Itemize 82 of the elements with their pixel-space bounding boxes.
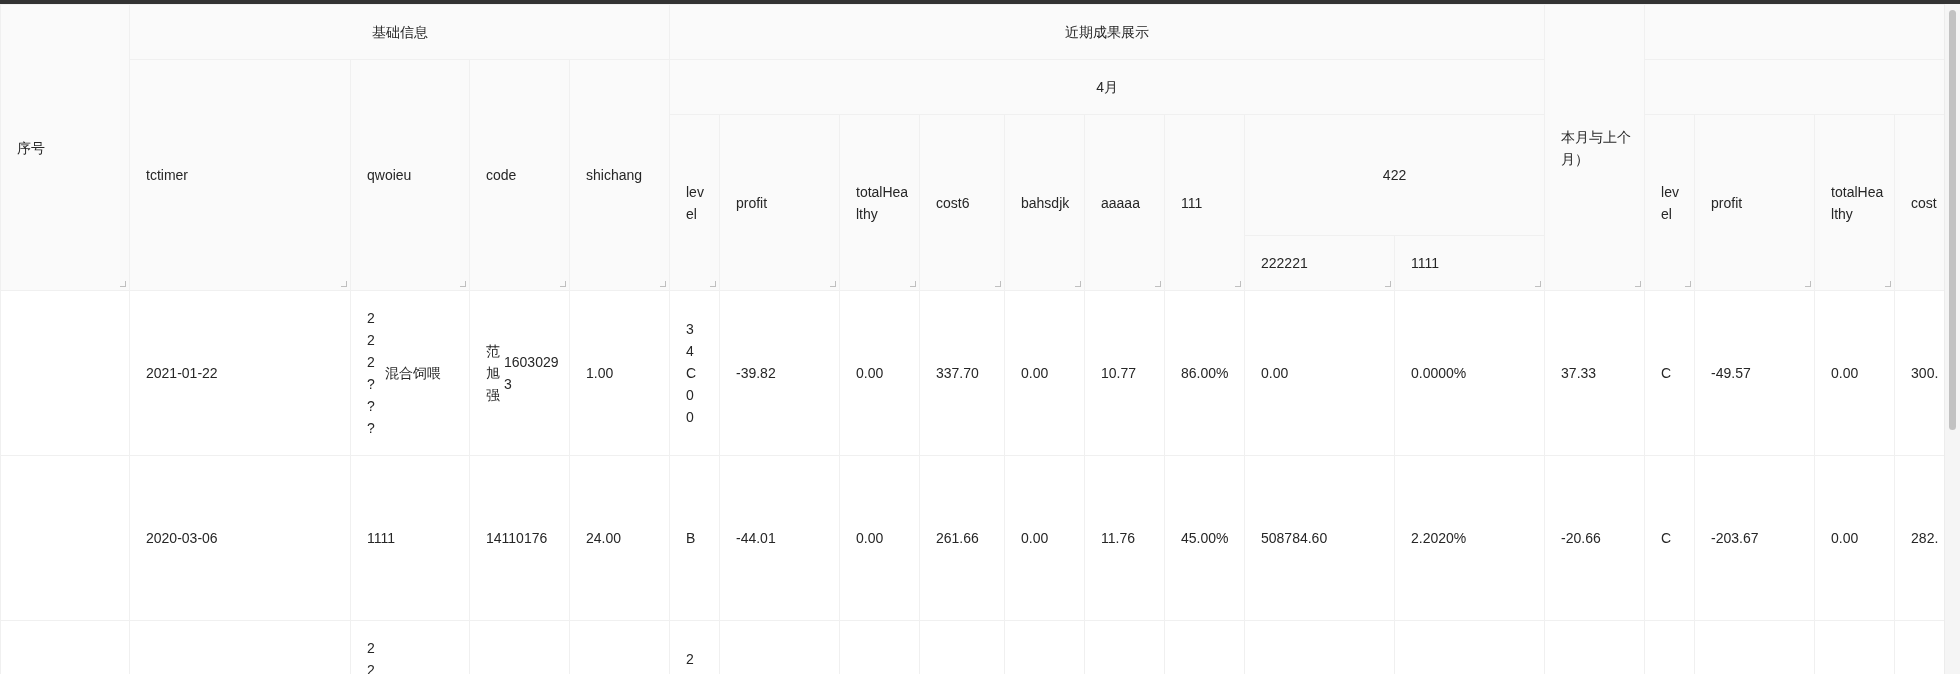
cell-text: 45.00% xyxy=(1181,529,1229,548)
resize-handle-icon[interactable] xyxy=(995,281,1001,287)
column-header: cost6 xyxy=(919,114,1005,291)
cell-text: 范旭强 xyxy=(486,342,500,405)
column-header: profit xyxy=(719,114,840,291)
column-header: cost xyxy=(1894,114,1945,291)
resize-handle-icon[interactable] xyxy=(1235,281,1241,287)
column-header: bahsdjk xyxy=(1004,114,1085,291)
column-header: 1111 xyxy=(1394,235,1545,291)
cell-text: 0.00 xyxy=(1831,529,1859,548)
column-header: aaaaa xyxy=(1084,114,1165,291)
cell-text: 0.00 xyxy=(856,529,884,548)
column-group-header: 基础信息 xyxy=(129,4,670,60)
resize-handle-icon[interactable] xyxy=(460,281,466,287)
column-header: code xyxy=(469,59,570,291)
resize-handle-icon[interactable] xyxy=(1385,281,1391,287)
column-header: 222221 xyxy=(1244,235,1395,291)
column-header: qwoieu xyxy=(350,59,470,291)
cell-text: 86.00% xyxy=(1181,364,1229,383)
cell-text: 0.00 xyxy=(1261,364,1289,383)
resize-handle-icon[interactable] xyxy=(560,281,566,287)
resize-handle-icon[interactable] xyxy=(120,281,126,287)
column-header: totalHealthy xyxy=(839,114,920,291)
cell-text: 0.0000% xyxy=(1411,364,1467,383)
cell-text: 337.70 xyxy=(936,364,979,383)
resize-handle-icon[interactable] xyxy=(341,281,347,287)
column-header: shichang xyxy=(569,59,670,291)
cell-text: 16030293 xyxy=(504,353,560,394)
cell-text: -203.67 xyxy=(1711,529,1759,548)
cell-text: 2020-03-06 xyxy=(146,529,218,548)
column-header: 序号 xyxy=(0,4,130,291)
cell-text: 0.00 xyxy=(856,364,884,383)
cell-text: 14110176 xyxy=(486,529,548,548)
cell-text: -44.01 xyxy=(736,529,776,548)
cell-text: -39.82 xyxy=(736,364,776,383)
cell-text: 1.00 xyxy=(586,364,614,383)
cell-text: 2.2020% xyxy=(1411,529,1467,548)
column-header: tctimer xyxy=(129,59,351,291)
cell-text: 300. xyxy=(1911,364,1939,383)
cell-text: 11.76 xyxy=(1101,529,1135,548)
resize-handle-icon[interactable] xyxy=(660,281,666,287)
cell-text: 24.00 xyxy=(586,529,622,548)
resize-handle-icon[interactable] xyxy=(710,281,716,287)
cell-text: 261.66 xyxy=(936,529,979,548)
column-group-header: 近期成果展示 xyxy=(669,4,1545,60)
column-header: 111 xyxy=(1164,114,1245,291)
cell-text: 0.00 xyxy=(1021,529,1049,548)
cell-text: 1111 xyxy=(367,529,396,548)
cell-text: B xyxy=(686,529,696,548)
cell-text: 508784.60 xyxy=(1261,529,1328,548)
cell-text: -20.66 xyxy=(1561,529,1601,548)
resize-handle-icon[interactable] xyxy=(1535,281,1542,287)
resize-handle-icon[interactable] xyxy=(830,281,836,287)
resize-handle-icon[interactable] xyxy=(1885,281,1892,287)
cell-text: 282. xyxy=(1911,529,1939,548)
column-header: 本月与上个月） xyxy=(1544,4,1645,291)
column-header: level xyxy=(1644,114,1695,291)
column-group-header: 4月 xyxy=(669,59,1545,115)
cell-text: 37.33 xyxy=(1561,364,1597,383)
resize-handle-icon[interactable] xyxy=(910,281,916,287)
cell-text: 0.00 xyxy=(1021,364,1049,383)
resize-handle-icon[interactable] xyxy=(1685,281,1692,287)
cell-text: 222??? xyxy=(367,309,376,438)
resize-handle-icon[interactable] xyxy=(1075,281,1081,287)
cell-text: 混合饲喂 xyxy=(385,364,441,383)
resize-handle-icon[interactable] xyxy=(1155,281,1161,287)
resize-handle-icon[interactable] xyxy=(1805,281,1812,287)
cell-text: -49.57 xyxy=(1711,364,1751,383)
cell-text: 2021-01-22 xyxy=(146,364,218,383)
scrollbar[interactable] xyxy=(1944,4,1960,674)
cell-text: 0.00 xyxy=(1831,364,1859,383)
column-header: totalHealthy xyxy=(1814,114,1895,291)
cell-text: C xyxy=(1661,364,1672,383)
cell-text: C xyxy=(1661,529,1672,548)
column-header: level xyxy=(669,114,720,291)
cell-text: 2 xyxy=(686,650,695,669)
scrollbar-thumb[interactable] xyxy=(1949,10,1956,430)
column-header: profit xyxy=(1694,114,1815,291)
column-group-header: 422 xyxy=(1244,114,1545,236)
cell-text: 10.77 xyxy=(1101,364,1137,383)
cell-text: 34C00 xyxy=(686,320,698,427)
resize-handle-icon[interactable] xyxy=(1635,281,1642,287)
